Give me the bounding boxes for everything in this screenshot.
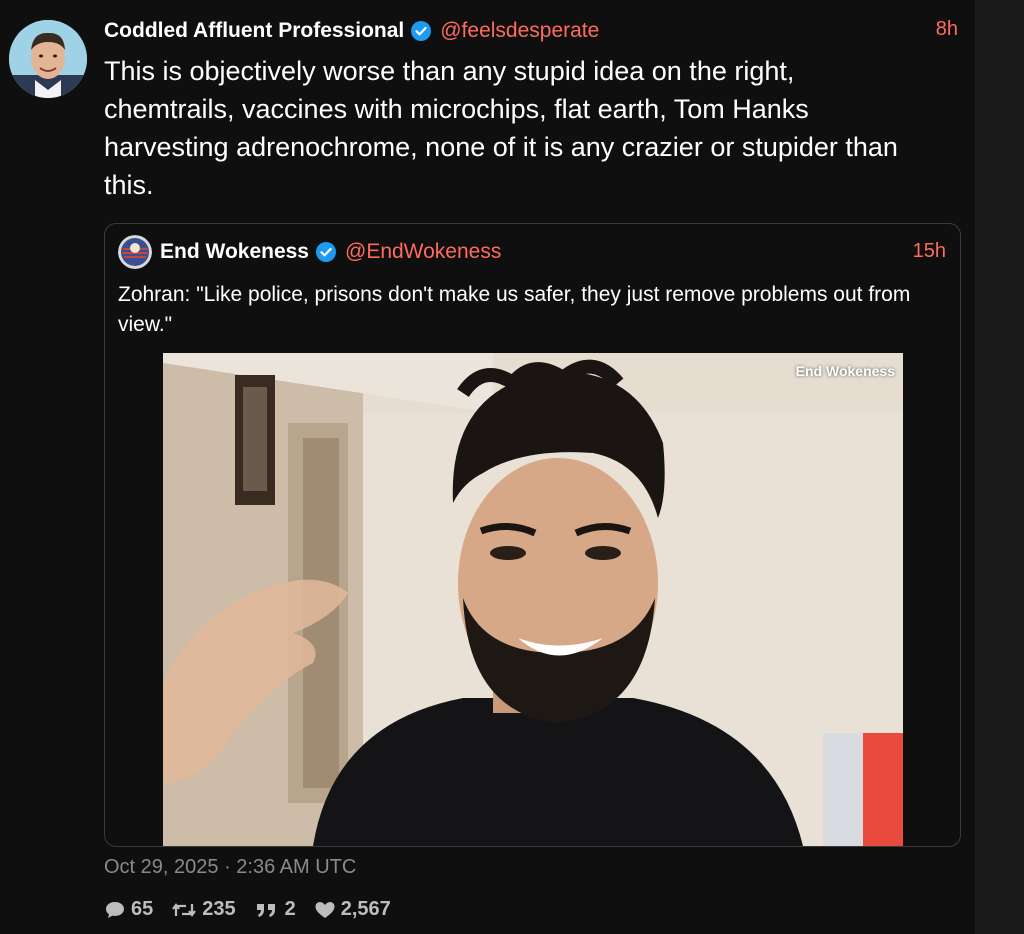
quoted-author-name[interactable]: End Wokeness: [160, 240, 309, 264]
tweet: Coddled Affluent Professional @feelsdesp…: [0, 0, 975, 934]
video-frame: [163, 353, 903, 846]
retweet-stat[interactable]: 235: [171, 898, 236, 921]
reply-stat[interactable]: 65: [104, 898, 153, 921]
tweet-stats: 65 235 2 2,567: [104, 898, 409, 921]
quoted-tweet-time[interactable]: 15h: [913, 240, 946, 263]
quoted-tweet-text: Zohran: "Like police, prisons don't make…: [118, 283, 911, 336]
quote-count: 2: [284, 898, 296, 920]
reply-icon: [106, 901, 124, 918]
video-watermark: End Wokeness: [795, 363, 895, 379]
quote-stat[interactable]: 2: [254, 898, 296, 921]
like-icon: [315, 901, 335, 918]
tweet-date[interactable]: Oct 29, 2025 · 2:36 AM UTC: [104, 856, 356, 879]
quote-icon: [256, 903, 275, 917]
page-side-strip: [975, 0, 1024, 934]
retweet-icon: [172, 902, 197, 917]
quoted-tweet[interactable]: End Wokeness @EndWokeness 15h Zohran: "L…: [104, 223, 961, 847]
author-avatar[interactable]: [9, 20, 87, 98]
like-stat[interactable]: 2,567: [314, 898, 391, 921]
tweet-text: This is objectively worse than any stupi…: [104, 56, 898, 200]
retweet-count: 235: [202, 898, 236, 920]
like-count: 2,567: [340, 898, 391, 920]
author-line: Coddled Affluent Professional @feelsdesp…: [104, 16, 599, 46]
verified-badge-icon: [410, 20, 432, 42]
verified-badge-icon: [315, 241, 337, 263]
quoted-author-avatar[interactable]: [118, 235, 152, 269]
quoted-author-line: End Wokeness @EndWokeness: [160, 237, 501, 267]
tweet-time[interactable]: 8h: [936, 18, 958, 41]
author-handle[interactable]: @feelsdesperate: [440, 19, 599, 43]
author-name[interactable]: Coddled Affluent Professional: [104, 19, 404, 43]
quoted-author-handle[interactable]: @EndWokeness: [345, 240, 501, 264]
reply-count: 65: [131, 898, 154, 920]
video-player[interactable]: End Wokeness: [163, 353, 903, 846]
